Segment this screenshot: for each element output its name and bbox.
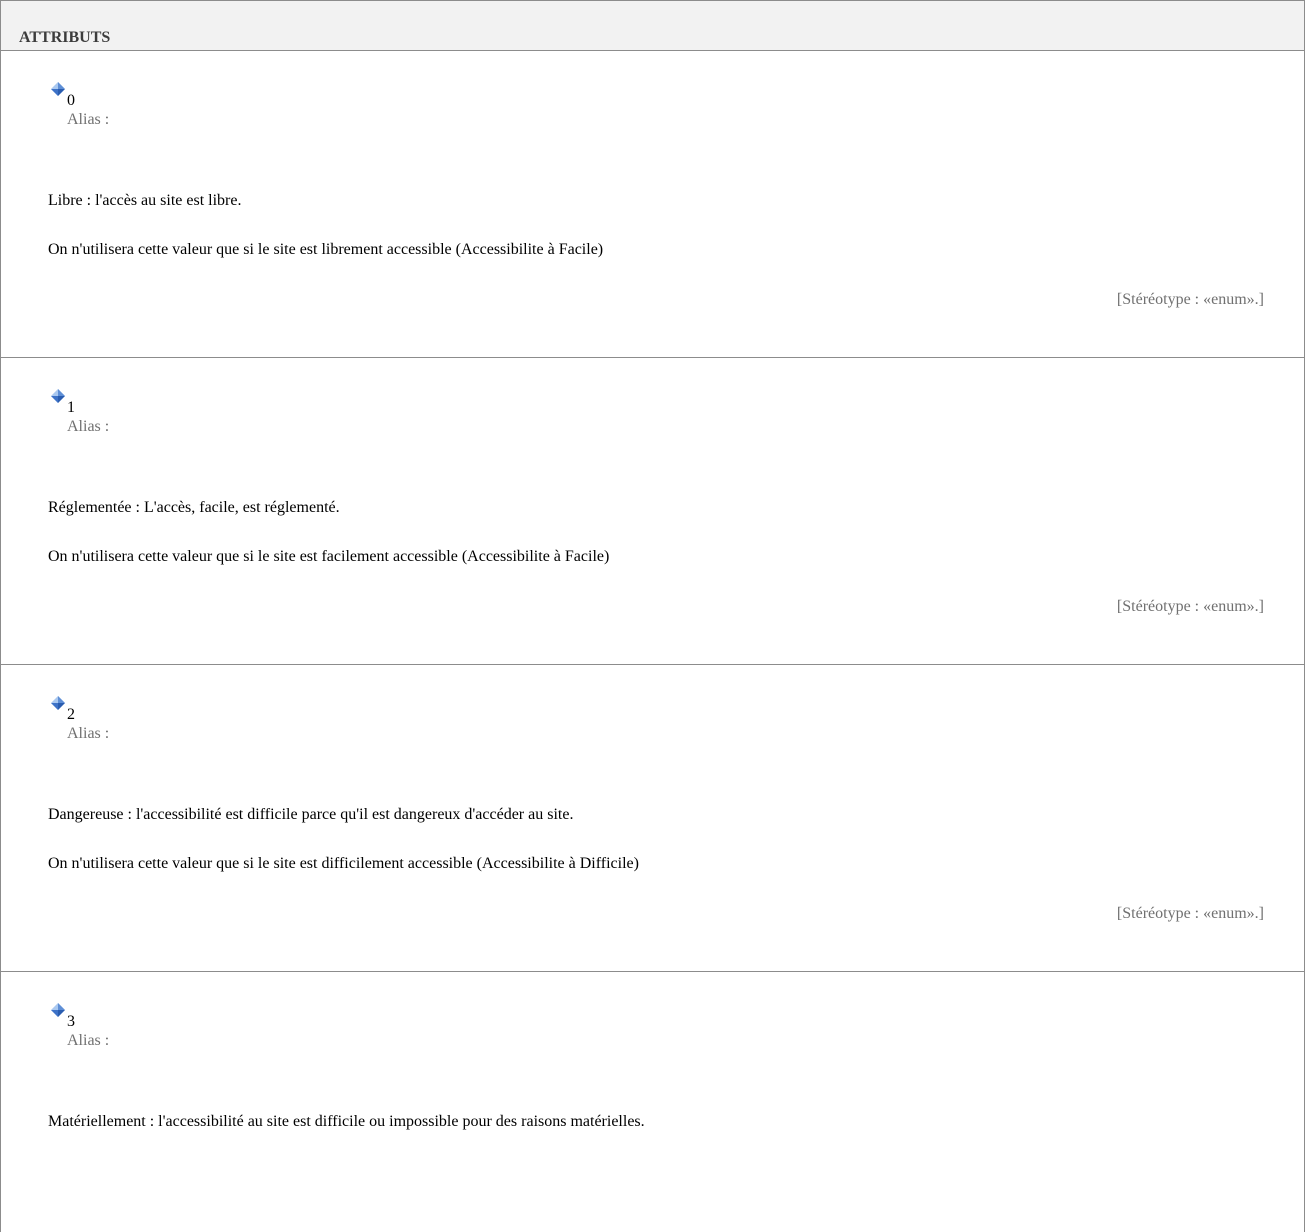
attribute-name: 2 (67, 706, 75, 723)
attribute-diamond-icon (51, 1003, 65, 1017)
attribute-item: 2 Alias : Dangereuse : l'accessibilité e… (1, 665, 1304, 972)
attribute-description-line: On n'utilisera cette valeur que si le si… (48, 855, 639, 872)
attribute-name: 1 (67, 399, 75, 416)
attribute-stereotype: [Stéréotype : «enum».] (1116, 291, 1264, 308)
attributes-panel: ATTRIBUTS 0 Alias : Libre : l'accès au s… (0, 0, 1305, 1232)
section-title: ATTRIBUTS (1, 1, 1304, 51)
attribute-item: 1 Alias : Réglementée : L'accès, facile,… (1, 358, 1304, 665)
attribute-diamond-icon (51, 696, 65, 710)
attribute-description-line: On n'utilisera cette valeur que si le si… (48, 548, 610, 565)
attribute-stereotype: [Stéréotype : «enum».] (1116, 905, 1264, 922)
attribute-header (51, 79, 65, 99)
attribute-description-line: Réglementée : L'accès, facile, est régle… (48, 499, 340, 516)
attribute-alias: Alias : (67, 418, 110, 435)
attribute-description-line: On n'utilisera cette valeur que si le si… (48, 241, 604, 258)
attribute-header (51, 693, 65, 713)
attribute-description-line: Matériellement : l'accessibilité au site… (48, 1113, 645, 1130)
attribute-name: 0 (67, 92, 75, 109)
attribute-description-line: Libre : l'accès au site est libre. (48, 192, 242, 209)
attribute-alias: Alias : (67, 1032, 110, 1049)
attribute-item: 3 Alias : Matériellement : l'accessibili… (1, 972, 1304, 1232)
attribute-item: 0 Alias : Libre : l'accès au site est li… (1, 51, 1304, 358)
attribute-stereotype: [Stéréotype : «enum».] (1116, 598, 1264, 615)
attribute-header (51, 1000, 65, 1020)
attribute-diamond-icon (51, 389, 65, 403)
attribute-description-line: Dangereuse : l'accessibilité est diffici… (48, 806, 574, 823)
attribute-name: 3 (67, 1013, 75, 1030)
attribute-alias: Alias : (67, 725, 110, 742)
attribute-header (51, 386, 65, 406)
attribute-diamond-icon (51, 82, 65, 96)
attribute-alias: Alias : (67, 111, 110, 128)
